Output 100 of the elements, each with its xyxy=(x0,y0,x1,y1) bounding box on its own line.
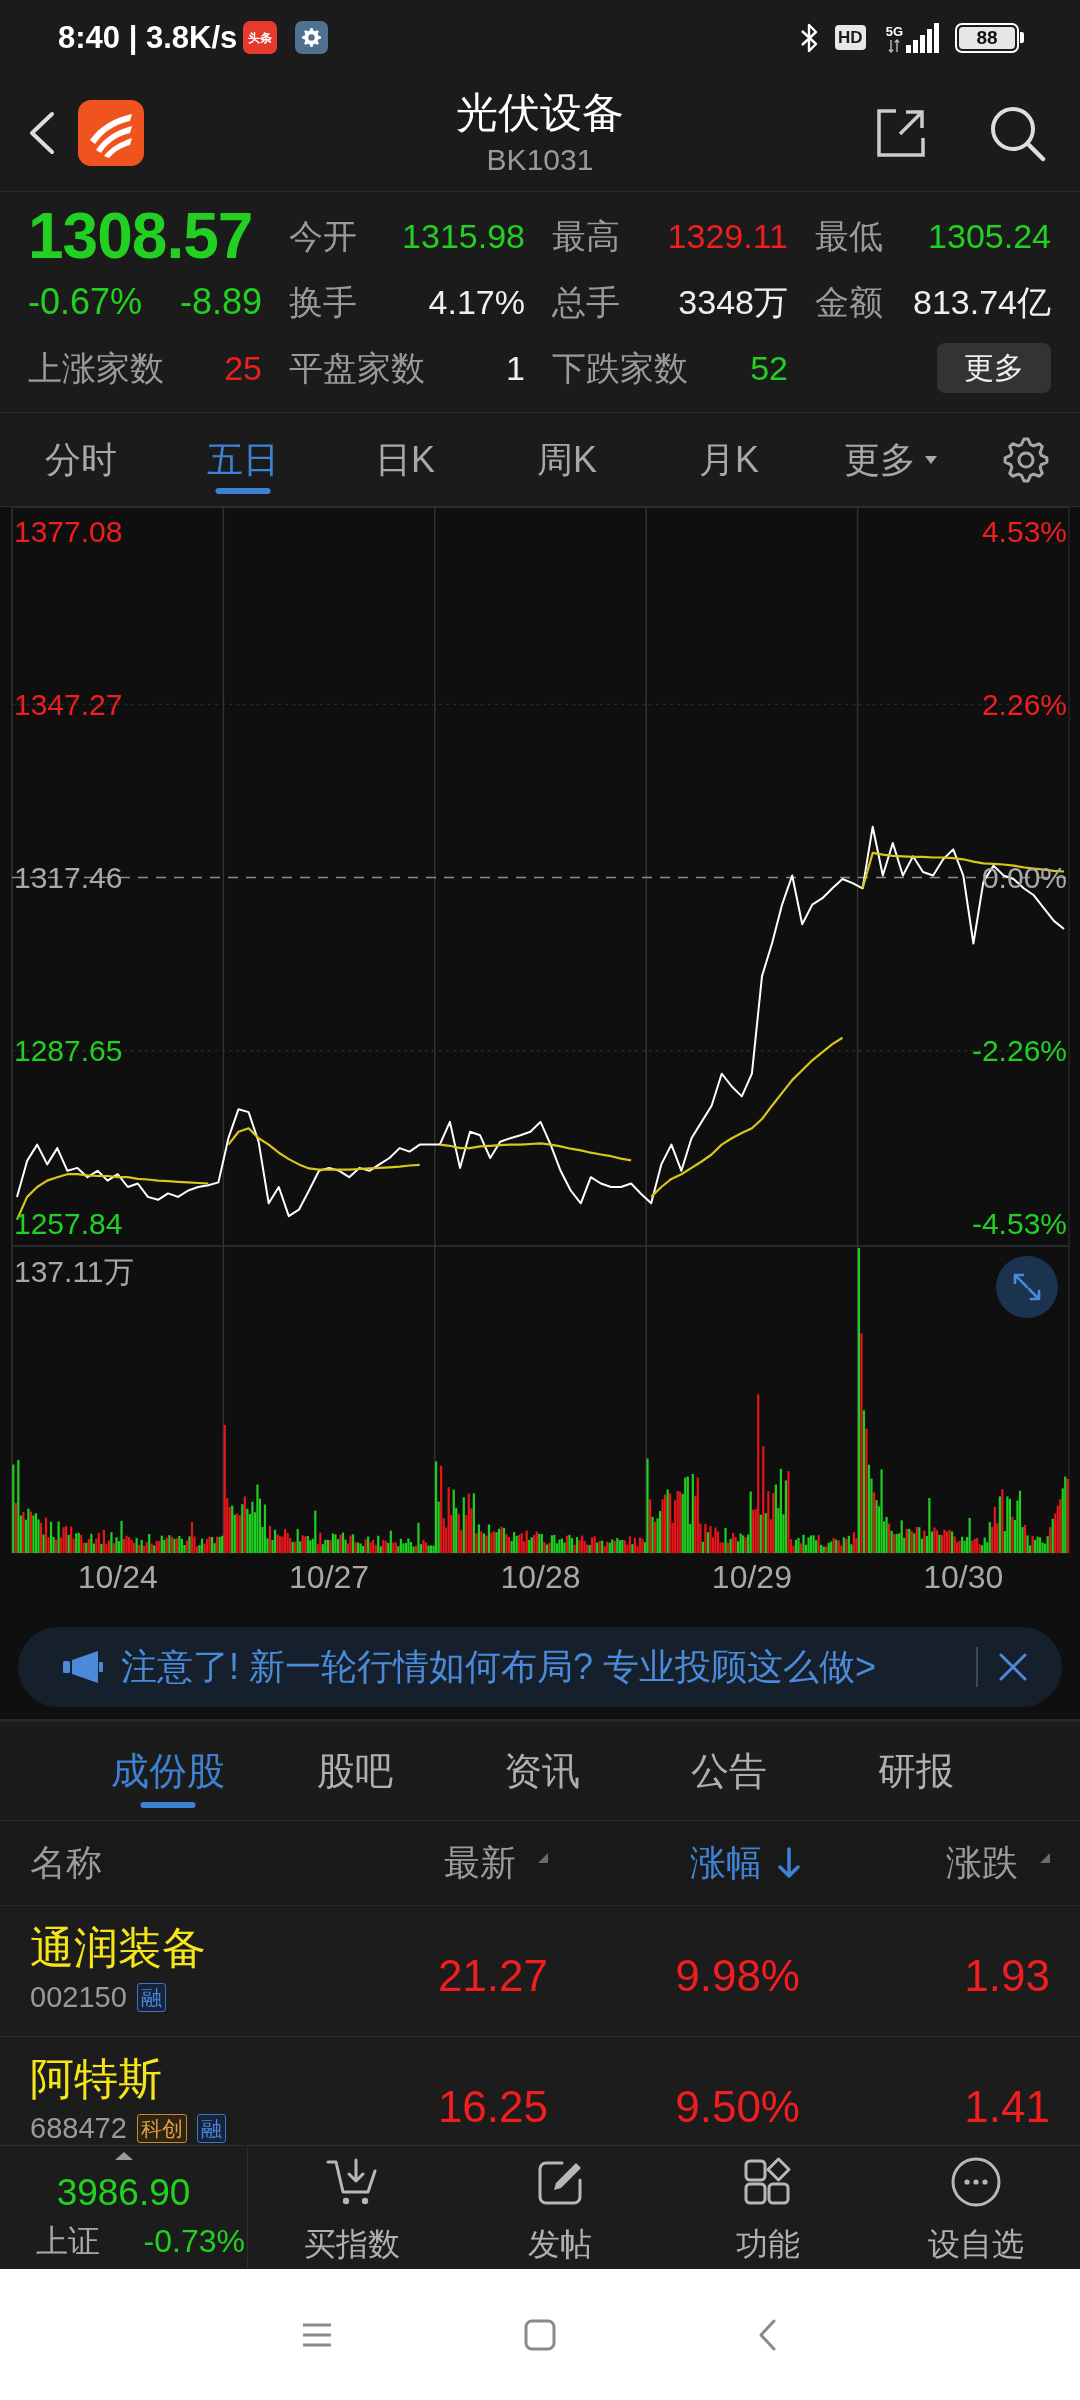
back-icon[interactable] xyxy=(28,111,56,155)
settings-icon[interactable] xyxy=(1002,435,1050,484)
price-change: 1.93 xyxy=(964,1950,1050,2002)
stock-code: 002150 xyxy=(30,1982,127,2012)
expand-caret-icon[interactable] xyxy=(114,2152,133,2160)
stat-value: 3348万 xyxy=(678,285,788,319)
percent-axis-label: 4.53% xyxy=(981,514,1067,548)
content-tab[interactable]: 研报 xyxy=(822,1722,1009,1820)
change-percent: 9.50% xyxy=(675,2081,800,2133)
app-logo-icon[interactable] xyxy=(78,100,144,166)
chart-tab[interactable]: 周K xyxy=(486,413,648,506)
price-change: 1.41 xyxy=(964,2081,1050,2133)
market-tag: 融 xyxy=(196,2113,226,2143)
apps-grid-icon xyxy=(742,2156,794,2208)
home-icon[interactable] xyxy=(524,2318,556,2351)
close-icon[interactable] xyxy=(998,1652,1028,1682)
content-tab[interactable]: 成份股 xyxy=(74,1722,261,1820)
date-label: 10/29 xyxy=(711,1559,792,1595)
date-label: 10/28 xyxy=(500,1559,581,1595)
latest-price: 21.27 xyxy=(437,1950,548,2002)
y-axis-label: 1347.27 xyxy=(14,687,123,721)
status-bar-time: 8:40 | 3.8K/s xyxy=(58,22,238,53)
menu-icon[interactable] xyxy=(302,2322,332,2347)
sortable-column-header[interactable]: 最新 xyxy=(444,1845,548,1881)
stat-value: 1315.98 xyxy=(402,219,525,253)
sector-code: BK1031 xyxy=(486,143,594,177)
stat-value: 1329.11 xyxy=(667,219,788,253)
percent-axis-label: -4.53% xyxy=(971,1207,1067,1241)
stat-label: 金额 xyxy=(815,285,883,319)
battery-level-text: 88 xyxy=(976,28,998,47)
market-tag: 科创 xyxy=(136,2113,187,2143)
percent-axis-label: -2.26% xyxy=(971,1034,1067,1068)
stock-name[interactable]: 阿特斯 xyxy=(30,2053,300,2105)
y-axis-label: 1377.08 xyxy=(14,514,123,548)
price-change: -8.89 xyxy=(179,284,262,320)
bluetooth-icon xyxy=(799,21,820,54)
latest-price: 16.25 xyxy=(437,2081,548,2133)
dropdown-caret-icon xyxy=(924,454,938,465)
percent-axis-label: 2.26% xyxy=(981,687,1067,721)
stat-value: 4.17% xyxy=(428,285,525,319)
search-icon[interactable] xyxy=(988,104,1046,162)
y-axis-label: 1257.84 xyxy=(14,1207,123,1241)
more-options-icon xyxy=(950,2156,1002,2208)
last-price: 1308.57 xyxy=(28,204,254,268)
app-icon-label: 头条 xyxy=(248,31,273,44)
promo-banner[interactable]: 注意了! 新一轮行情如何布局? 专业投顾这么做> xyxy=(18,1627,1062,1707)
data-arrows-icon xyxy=(888,38,901,53)
index-name[interactable]: 上证 xyxy=(36,2223,100,2259)
nav-item[interactable]: 功能 xyxy=(664,2146,872,2269)
signal-icon xyxy=(905,22,939,53)
chart-tab[interactable]: 分时 xyxy=(0,413,162,506)
stock-name[interactable]: 通润装备 xyxy=(30,1922,300,1974)
stat-value: 1305.24 xyxy=(928,219,1051,253)
stat-label: 上涨家数 xyxy=(28,351,164,385)
volume-max-label: 137.11万 xyxy=(14,1254,134,1288)
sortable-column-header[interactable]: 涨跌 xyxy=(946,1845,1050,1881)
stat-label: 最低 xyxy=(815,219,883,253)
index-value[interactable]: 3986.90 xyxy=(56,2173,191,2213)
stat-label: 下跌家数 xyxy=(552,351,688,385)
y-axis-label: 1317.46 xyxy=(14,861,123,894)
date-label: 10/24 xyxy=(77,1559,158,1595)
stock-code: 688472 xyxy=(30,2113,127,2143)
y-axis-label: 1287.65 xyxy=(14,1034,123,1068)
stat-value: 52 xyxy=(750,351,788,385)
change-percent: 9.98% xyxy=(675,1950,800,2002)
sort-icon xyxy=(538,1853,548,1863)
share-icon[interactable] xyxy=(874,106,928,160)
column-header: 名称 xyxy=(29,1845,103,1881)
content-tab[interactable]: 股吧 xyxy=(261,1722,448,1820)
hd-badge: HD xyxy=(835,25,866,50)
megaphone-icon xyxy=(62,1650,104,1684)
stat-label: 今开 xyxy=(289,219,357,253)
date-label: 10/27 xyxy=(289,1559,370,1595)
chart-tab[interactable]: 日K xyxy=(324,413,486,506)
stat-value: 25 xyxy=(224,351,262,385)
sort-descending-icon xyxy=(778,1847,800,1879)
nav-item[interactable]: 发帖 xyxy=(456,2146,664,2269)
stat-label: 平盘家数 xyxy=(289,351,425,385)
index-change[interactable]: -0.73% xyxy=(143,2223,245,2259)
content-tab[interactable]: 资讯 xyxy=(448,1722,635,1820)
chart-tab[interactable]: 更多 xyxy=(810,413,972,506)
nav-item[interactable]: 设自选 xyxy=(872,2146,1080,2269)
page-title: 光伏设备 xyxy=(456,89,624,137)
sort-icon xyxy=(1040,1853,1050,1863)
nav-item[interactable]: 买指数 xyxy=(248,2146,456,2269)
change-percent: -0.67% xyxy=(28,284,143,320)
chart-tab[interactable]: 月K xyxy=(648,413,810,506)
settings-notification-icon xyxy=(295,21,329,54)
content-tab[interactable]: 公告 xyxy=(635,1722,822,1820)
chart-tab[interactable]: 五日 xyxy=(162,413,324,506)
stat-label: 总手 xyxy=(552,285,620,319)
stat-label: 最高 xyxy=(552,219,620,253)
sortable-column-header[interactable]: 涨幅 xyxy=(690,1845,800,1881)
date-label: 10/30 xyxy=(923,1559,1004,1595)
market-tag: 融 xyxy=(136,1982,166,2012)
fullscreen-icon[interactable] xyxy=(996,1256,1058,1318)
more-button[interactable]: 更多 xyxy=(937,343,1051,393)
network-type-label: 5G xyxy=(885,24,903,38)
stat-label: 换手 xyxy=(289,285,357,319)
stat-value: 1 xyxy=(506,351,525,385)
